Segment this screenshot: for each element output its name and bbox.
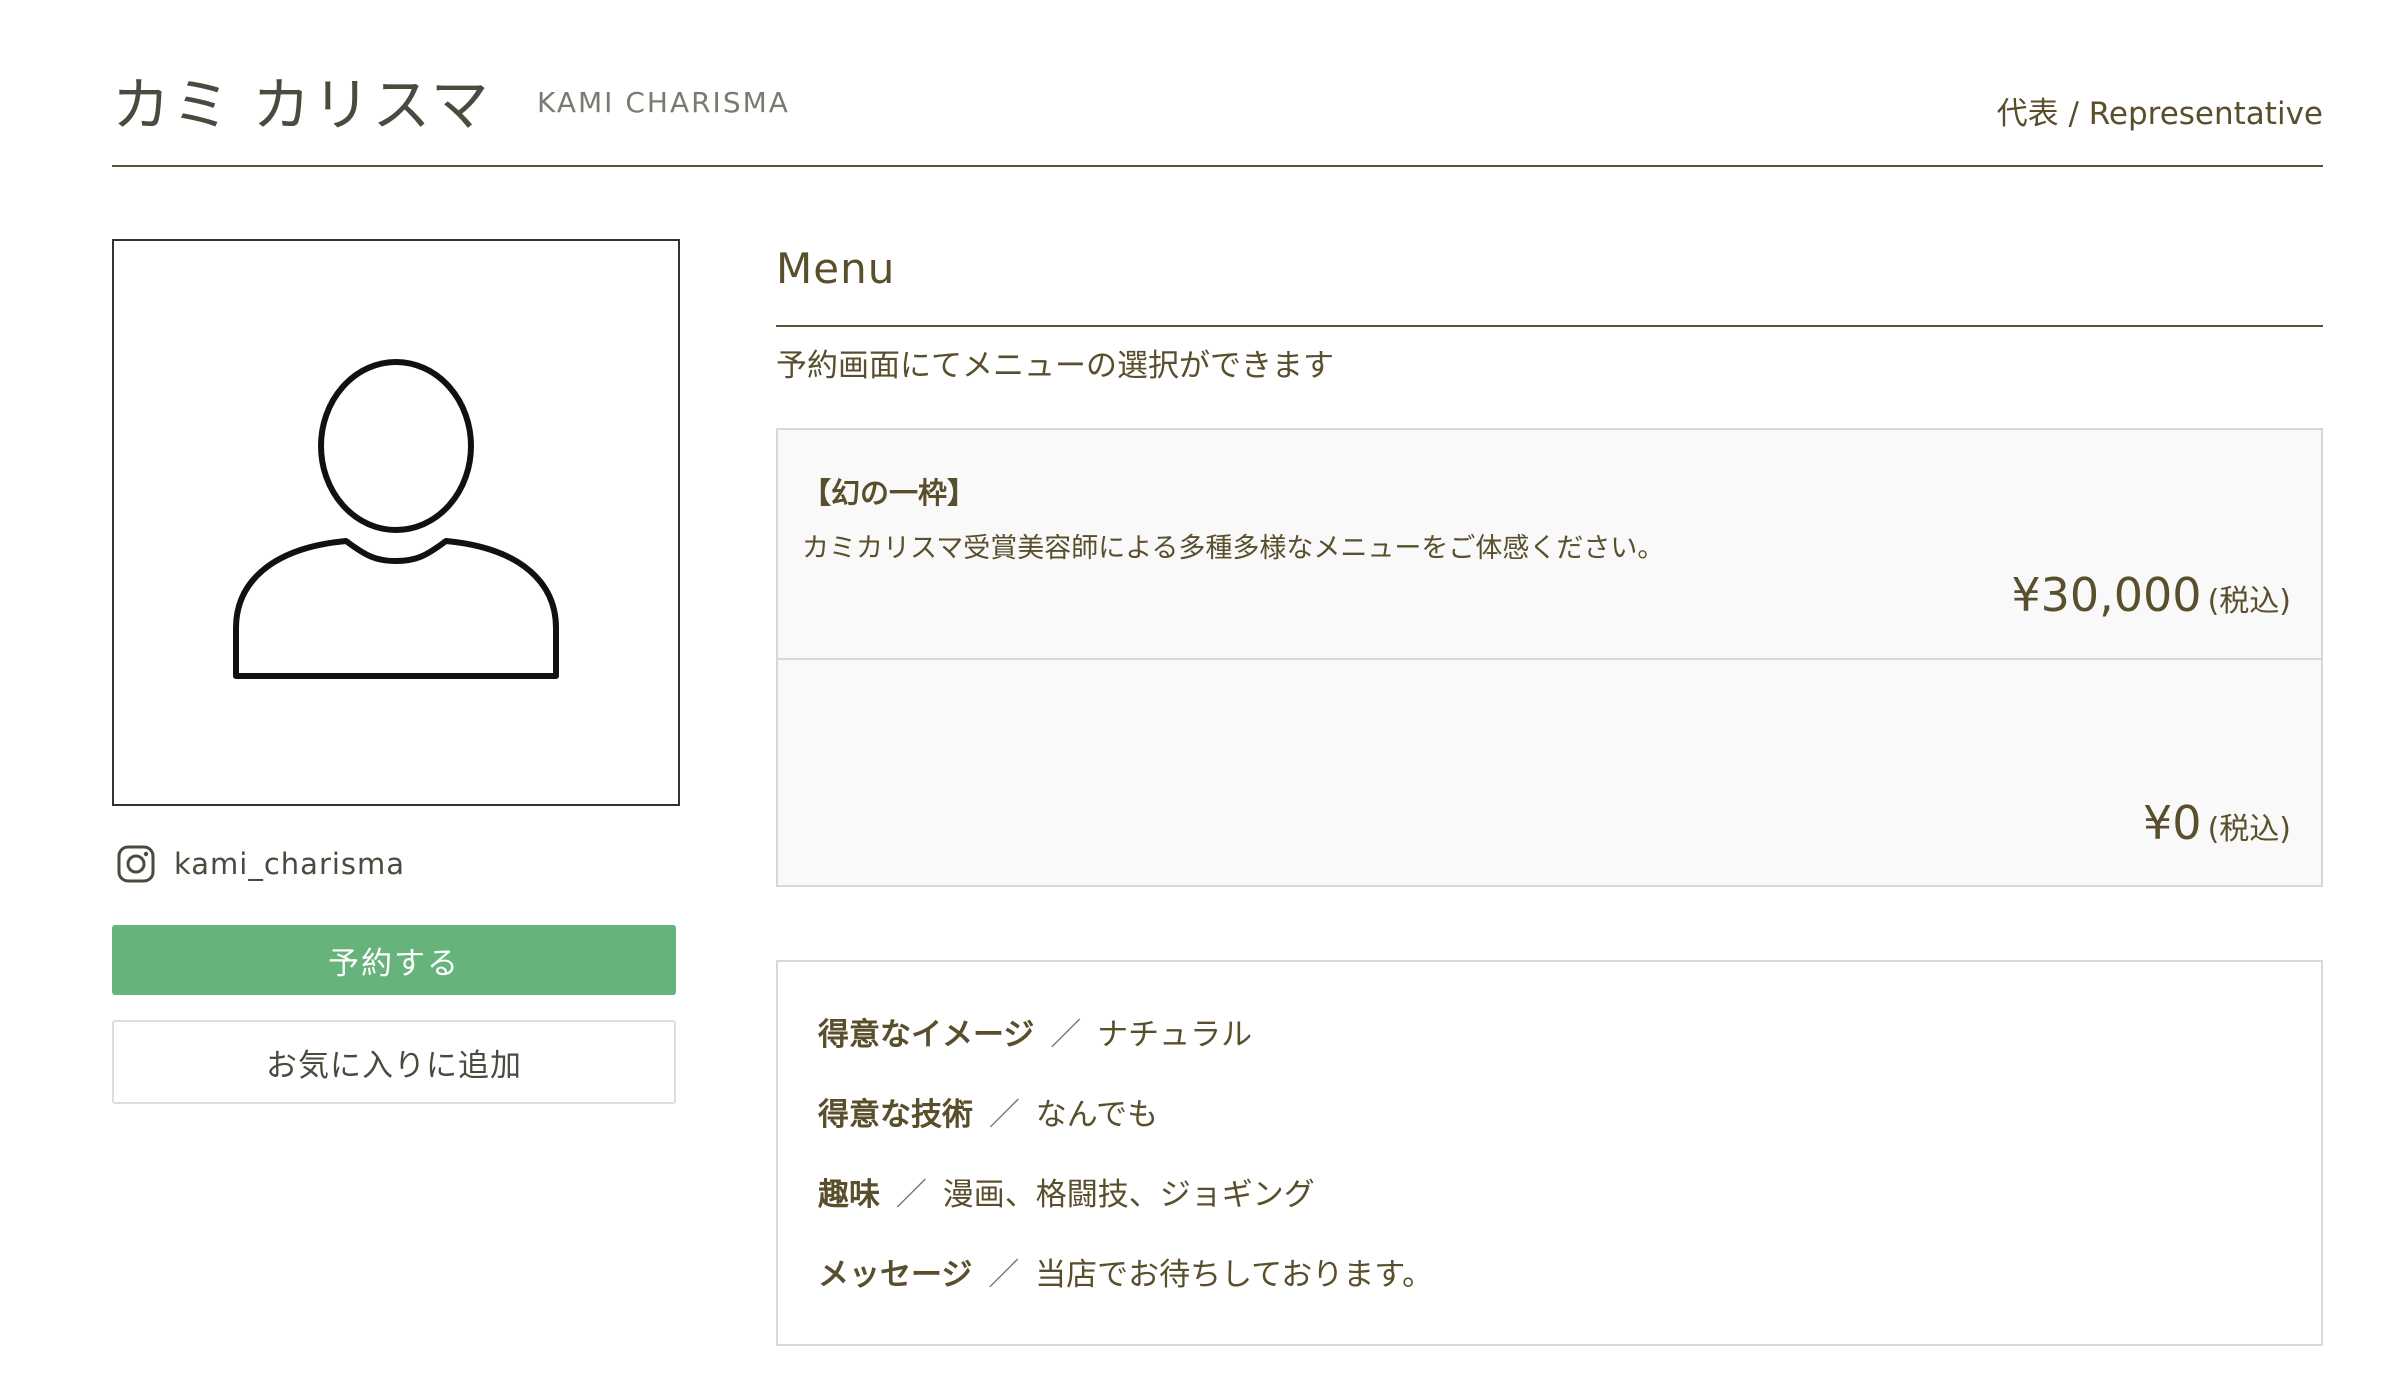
menu-subtitle: 予約画面にてメニューの選択ができます bbox=[776, 348, 1334, 384]
detail-row-technique: 得意な技術 ／ なんでも bbox=[818, 1094, 2281, 1174]
profile-details: 得意なイメージ ／ ナチュラル 得意な技術 ／ なんでも 趣味 ／ 漫画、格闘技… bbox=[776, 960, 2323, 1346]
detail-separator: ／ bbox=[988, 1097, 1020, 1133]
menu-item[interactable]: ¥0 (税込) bbox=[778, 658, 2321, 886]
add-favorite-button[interactable]: お気に入りに追加 bbox=[112, 1020, 676, 1104]
detail-separator: ／ bbox=[895, 1177, 927, 1213]
instagram-icon bbox=[117, 845, 155, 883]
menu-item-tax-note: (税込) bbox=[2207, 584, 2291, 619]
detail-separator: ／ bbox=[1050, 1017, 1082, 1053]
detail-value: なんでも bbox=[1035, 1097, 1159, 1133]
detail-value: ナチュラル bbox=[1097, 1017, 1253, 1053]
detail-label: メッセージ bbox=[818, 1257, 973, 1293]
stylist-role: 代表 / Representative bbox=[1996, 96, 2323, 132]
menu-list: 【幻の一枠】 カミカリスマ受賞美容師による多種多様なメニューをご体感ください。 … bbox=[776, 428, 2323, 887]
detail-row-message: メッセージ ／ 当店でお待ちしております。 bbox=[818, 1254, 2281, 1334]
instagram-link[interactable]: kami_charisma bbox=[116, 842, 405, 886]
stylist-name-ja: カミ カリスマ bbox=[112, 71, 491, 139]
menu-item[interactable]: 【幻の一枠】 カミカリスマ受賞美容師による多種多様なメニューをご体感ください。 … bbox=[778, 430, 2321, 658]
menu-item-price-value: ¥0 bbox=[2143, 796, 2202, 850]
menu-item-tax-note: (税込) bbox=[2207, 812, 2291, 847]
menu-divider bbox=[776, 325, 2323, 327]
detail-label: 趣味 bbox=[818, 1177, 880, 1213]
detail-label: 得意なイメージ bbox=[818, 1017, 1035, 1053]
menu-item-title: 【幻の一枠】 bbox=[802, 476, 977, 510]
menu-item-price-value: ¥30,000 bbox=[2011, 568, 2202, 622]
detail-row-hobby: 趣味 ／ 漫画、格闘技、ジョギング bbox=[818, 1174, 2281, 1254]
profile-header: カミ カリスマ KAMI CHARISMA 代表 / Representativ… bbox=[112, 50, 2323, 167]
detail-separator: ／ bbox=[988, 1257, 1020, 1293]
reserve-button[interactable]: 予約する bbox=[112, 925, 676, 995]
detail-label: 得意な技術 bbox=[818, 1097, 973, 1133]
menu-section-title: Menu bbox=[776, 244, 896, 293]
user-silhouette-icon bbox=[233, 358, 559, 679]
stylist-profile-page: カミ カリスマ KAMI CHARISMA 代表 / Representativ… bbox=[0, 0, 2400, 1400]
instagram-handle: kami_charisma bbox=[174, 847, 406, 881]
avatar bbox=[112, 239, 680, 806]
detail-value: 漫画、格闘技、ジョギング bbox=[942, 1177, 1315, 1213]
detail-value: 当店でお待ちしております。 bbox=[1035, 1257, 1434, 1293]
menu-item-price: ¥30,000 (税込) bbox=[2011, 568, 2291, 622]
detail-row-image: 得意なイメージ ／ ナチュラル bbox=[818, 1014, 2281, 1094]
menu-item-price: ¥0 (税込) bbox=[2143, 796, 2291, 850]
stylist-name-en: KAMI CHARISMA bbox=[537, 86, 790, 119]
menu-item-description: カミカリスマ受賞美容師による多種多様なメニューをご体感ください。 bbox=[802, 533, 1665, 564]
